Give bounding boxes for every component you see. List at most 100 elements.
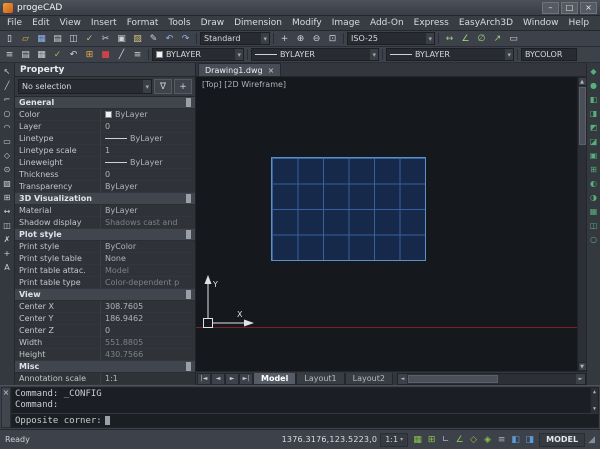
quick-select-button[interactable]: ∇ (154, 79, 172, 94)
menu-item[interactable]: EasyArch3D (454, 16, 518, 30)
printstyle-combo[interactable]: BYCOLOR (521, 48, 577, 61)
lineweight-combo[interactable]: BYLAYER ▾ (386, 48, 514, 61)
shade-2d-icon[interactable]: ◧ (587, 93, 600, 105)
layer-previous-icon[interactable]: ↶ (66, 48, 81, 62)
scrollbar-thumb[interactable] (408, 375, 498, 383)
property-value[interactable]: None (101, 253, 195, 264)
dim-radius-icon[interactable]: ∅ (474, 32, 489, 46)
menu-item[interactable]: Insert (86, 16, 122, 30)
menu-item[interactable]: Draw (196, 16, 230, 30)
orbit-icon[interactable]: ◐ (587, 177, 600, 189)
color-icon[interactable]: ■ (98, 48, 113, 62)
new-icon[interactable]: ▯ (2, 32, 17, 46)
wireframe-icon[interactable]: ⊞ (587, 163, 600, 175)
resize-grip-icon[interactable]: ◢ (588, 435, 595, 445)
save-icon[interactable]: ▦ (34, 32, 49, 46)
esnap-icon[interactable]: ◇ (467, 433, 480, 446)
open-icon[interactable]: ▱ (18, 32, 33, 46)
scrollbar-thumb[interactable] (579, 87, 586, 145)
property-value[interactable]: 1 (101, 145, 195, 156)
etrack-icon[interactable]: ◈ (481, 433, 494, 446)
arc-icon[interactable]: ◠ (1, 121, 14, 133)
3d-views-icon[interactable]: ◆ (587, 65, 600, 77)
dimstyle-combo[interactable]: ISO-25 ▾ (347, 32, 435, 45)
lwt-icon[interactable]: ≡ (495, 433, 508, 446)
circle-icon[interactable]: ○ (1, 107, 14, 119)
menu-item[interactable]: Tools (163, 16, 195, 30)
menu-item[interactable]: Window (518, 16, 564, 30)
property-value[interactable]: 0 (101, 121, 195, 132)
hidden-lines-icon[interactable]: ◩ (587, 121, 600, 133)
layer-properties-icon[interactable]: ▤ (18, 48, 33, 62)
close-button[interactable]: × (580, 2, 597, 14)
scroll-right-icon[interactable]: ► (576, 374, 585, 384)
model-space-icon[interactable]: ◧ (509, 433, 522, 446)
polar-icon[interactable]: ∠ (453, 433, 466, 446)
section-header-misc[interactable]: Misc⌃ (15, 361, 195, 373)
property-value[interactable]: Color-dependent p (101, 277, 195, 288)
menu-item[interactable]: View (55, 16, 86, 30)
document-tab[interactable]: Drawing1.dwg × (198, 63, 281, 76)
linetype-combo[interactable]: BYLAYER ▾ (251, 48, 379, 61)
scroll-down-icon[interactable]: ▼ (578, 362, 587, 371)
print-preview-icon[interactable]: ◫ (66, 32, 81, 46)
dim-style-icon[interactable]: ▭ (506, 32, 521, 46)
command-scrollbar[interactable]: ▲ ▼ (590, 388, 598, 413)
menu-item[interactable]: Format (122, 16, 164, 30)
command-window-grip[interactable]: × (1, 387, 11, 428)
line-icon[interactable]: ╱ (1, 79, 14, 91)
model-space-button[interactable]: MODEL (539, 433, 585, 447)
materials-icon[interactable]: ▦ (587, 205, 600, 217)
make-layer-current-icon[interactable]: ✓ (50, 48, 65, 62)
drawing-viewport[interactable]: [Top] [2D Wireframe] Y X ▲ ▼ (196, 77, 586, 371)
menu-item[interactable]: Image (327, 16, 365, 30)
last-layout-button[interactable]: ►| (239, 373, 253, 385)
layers-icon[interactable]: ≡ (2, 48, 17, 62)
snap-icon[interactable]: ▦ (411, 433, 424, 446)
pan-icon[interactable]: + (277, 32, 292, 46)
close-icon[interactable]: × (3, 388, 10, 398)
linetype-icon[interactable]: ╱ (114, 48, 129, 62)
minimize-button[interactable]: – (542, 2, 559, 14)
polygon-icon[interactable]: ◇ (1, 149, 14, 161)
property-value[interactable]: 186.9462 (101, 313, 195, 324)
property-value[interactable]: ByLayer (101, 181, 195, 192)
gouraud-icon[interactable]: ▣ (587, 149, 600, 161)
plot-icon[interactable]: ▤ (50, 32, 65, 46)
dim-angular-icon[interactable]: ∠ (458, 32, 473, 46)
annotation-scale-button[interactable]: 1:1 ▾ (380, 433, 408, 447)
pickadd-button[interactable]: + (174, 79, 192, 94)
selected-rectangle[interactable] (271, 157, 426, 261)
copy-icon[interactable]: ▣ (114, 32, 129, 46)
zoom-window-icon[interactable]: ⊡ (325, 32, 340, 46)
close-icon[interactable]: × (268, 66, 275, 75)
paper-space-icon[interactable]: ◨ (523, 433, 536, 446)
menu-item[interactable]: Dimension (229, 16, 287, 30)
spelling-icon[interactable]: ✓ (82, 32, 97, 46)
color-combo[interactable]: BYLAYER ▾ (152, 48, 244, 61)
leader-icon[interactable]: ↗ (490, 32, 505, 46)
scroll-up-icon[interactable]: ▲ (578, 77, 587, 86)
polyline-icon[interactable]: ⌐ (1, 93, 14, 105)
text-icon[interactable]: A (1, 261, 14, 273)
property-value[interactable]: 0 (101, 169, 195, 180)
section-header-general[interactable]: General⌃ (15, 97, 195, 109)
command-input-row[interactable]: Opposite corner: (12, 414, 598, 427)
light-icon[interactable]: ◑ (587, 191, 600, 203)
workspace-combo[interactable]: Standard ▾ (200, 32, 270, 45)
property-value[interactable]: ByLayer (101, 157, 195, 168)
lineweight-icon[interactable]: ≡ (130, 48, 145, 62)
menu-item[interactable]: Modify (287, 16, 327, 30)
select-icon[interactable]: ↖ (1, 65, 14, 77)
menu-item[interactable]: Edit (27, 16, 54, 30)
redo-icon[interactable]: ↷ (178, 32, 193, 46)
dimension-icon[interactable]: ↔ (1, 205, 14, 217)
sun-icon[interactable]: ○ (587, 233, 600, 245)
next-layout-button[interactable]: ► (225, 373, 239, 385)
mirror-icon[interactable]: ◫ (1, 219, 14, 231)
render-icon[interactable]: ● (587, 79, 600, 91)
ellipse-icon[interactable]: ⊙ (1, 163, 14, 175)
erase-icon[interactable]: ✗ (1, 233, 14, 245)
hatch-icon[interactable]: ▨ (1, 177, 14, 189)
shade-3d-icon[interactable]: ◨ (587, 107, 600, 119)
